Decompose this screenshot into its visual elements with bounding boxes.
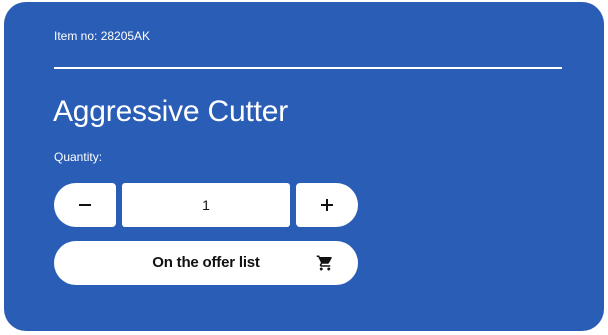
offer-button-label: On the offer list bbox=[152, 254, 260, 271]
quantity-stepper bbox=[54, 183, 358, 227]
divider bbox=[54, 67, 562, 69]
plus-icon bbox=[321, 199, 333, 211]
quantity-label: Quantity: bbox=[54, 150, 103, 164]
minus-icon bbox=[79, 204, 91, 206]
product-card: Item no: 28205AK Aggressive Cutter Quant… bbox=[4, 2, 604, 331]
increment-button[interactable] bbox=[296, 183, 358, 227]
cart-icon bbox=[316, 255, 332, 271]
decrement-button[interactable] bbox=[54, 183, 116, 227]
quantity-input[interactable] bbox=[122, 183, 290, 227]
product-title: Aggressive Cutter bbox=[53, 95, 289, 128]
item-number: Item no: 28205AK bbox=[54, 29, 151, 43]
add-to-offer-list-button[interactable]: On the offer list bbox=[54, 241, 358, 285]
